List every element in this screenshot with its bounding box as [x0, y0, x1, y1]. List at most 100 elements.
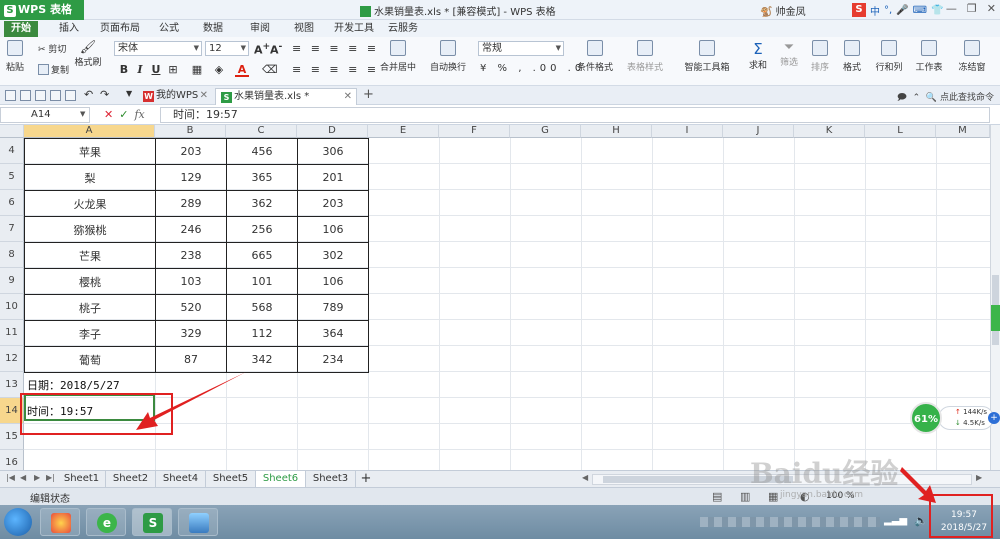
cell-value[interactable]: 520	[155, 294, 227, 321]
taskbar-app-wps[interactable]: S	[132, 508, 172, 536]
new-tab-icon[interactable]: +	[363, 87, 374, 102]
sogou-ime-icon[interactable]: S	[852, 3, 866, 17]
save-icon[interactable]	[20, 90, 31, 101]
fill-color-icon[interactable]: ◈	[212, 63, 226, 77]
tab-page-layout[interactable]: 页面布局	[98, 21, 142, 37]
cell-value[interactable]: 306	[297, 138, 369, 165]
cell-value[interactable]: 246	[155, 216, 227, 243]
number-format-icons[interactable]: ¥ % ‚ .00 .0	[480, 63, 585, 74]
cell-fruit-name[interactable]: 樱桃	[24, 268, 156, 295]
format-button[interactable]: 格式	[838, 40, 866, 73]
column-header-k[interactable]: K	[794, 125, 865, 138]
microphone-icon[interactable]: 🎤	[896, 5, 908, 16]
border-icon[interactable]: ⊞	[166, 63, 180, 77]
cell-a13-date[interactable]: 日期：2018/5/27	[27, 377, 120, 393]
cell-value[interactable]: 364	[297, 320, 369, 347]
cell-value[interactable]: 456	[226, 138, 298, 165]
column-header-g[interactable]: G	[510, 125, 581, 138]
filter-button[interactable]: ⏷ 筛选	[774, 40, 804, 68]
tab-cloud[interactable]: 云服务	[386, 21, 420, 37]
cell-value[interactable]: 302	[297, 242, 369, 269]
align-top-icons[interactable]: ≡ ≡ ≡ ≡ ≡	[292, 42, 379, 55]
sheet-tab-sheet6[interactable]: Sheet6	[256, 471, 306, 487]
wrap-text-button[interactable]: 自动换行	[426, 40, 470, 73]
taskbar-app-photos[interactable]	[178, 508, 218, 536]
cell-fruit-name[interactable]: 李子	[24, 320, 156, 347]
sheet-tab-sheet2[interactable]: Sheet2	[106, 471, 156, 487]
tab-insert[interactable]: 插入	[52, 21, 86, 37]
cell-value[interactable]: 342	[226, 346, 298, 373]
column-header-l[interactable]: L	[865, 125, 936, 138]
chevron-up-icon[interactable]: ⌃	[913, 93, 921, 103]
network-speed-widget[interactable]: ↑ 144K/s ↓ 4.5K/s 61% +	[910, 402, 1000, 434]
cell-fruit-name[interactable]: 火龙果	[24, 190, 156, 217]
row-header-7[interactable]: 7	[0, 216, 24, 242]
row-header-5[interactable]: 5	[0, 164, 24, 190]
undo-icon[interactable]: ↶	[84, 88, 93, 101]
tab-developer[interactable]: 开发工具	[330, 21, 378, 37]
cell-value[interactable]: 329	[155, 320, 227, 347]
bold-icon[interactable]: B	[117, 63, 131, 77]
column-header-a[interactable]: A	[24, 125, 155, 138]
start-button[interactable]	[4, 508, 32, 536]
column-header-i[interactable]: I	[652, 125, 723, 138]
column-header-c[interactable]: C	[226, 125, 297, 138]
column-header-j[interactable]: J	[723, 125, 794, 138]
tab-view[interactable]: 视图	[288, 21, 320, 37]
underline-icon[interactable]: U	[149, 63, 163, 77]
minimize-icon[interactable]: —	[946, 2, 957, 15]
merge-center-button[interactable]: 合并居中	[376, 40, 420, 73]
rows-cols-button[interactable]: 行和列	[872, 40, 906, 73]
prev-sheet-icon[interactable]: ◀	[20, 473, 26, 482]
tab-review[interactable]: 审阅	[244, 21, 276, 37]
select-all-corner[interactable]	[0, 125, 24, 138]
cell-value[interactable]: 101	[226, 268, 298, 295]
print-icon[interactable]	[50, 90, 61, 101]
row-header-16[interactable]: 16	[0, 450, 24, 470]
cell-fruit-name[interactable]: 苹果	[24, 138, 156, 165]
plus-icon[interactable]: +	[988, 412, 1000, 424]
column-header-h[interactable]: H	[581, 125, 652, 138]
cell-value[interactable]: 789	[297, 294, 369, 321]
name-box[interactable]: A14	[0, 107, 90, 123]
cell-value[interactable]: 103	[155, 268, 227, 295]
cell-value[interactable]: 106	[297, 216, 369, 243]
page-break-view-icon[interactable]: ▥	[740, 490, 750, 503]
cancel-icon[interactable]: ✕	[104, 108, 113, 121]
cut-button[interactable]: ✂ 剪切	[38, 42, 66, 55]
worksheet-grid[interactable]: A B C D E F G H I J K L M 4 5 6 7 8 9 10…	[0, 125, 990, 470]
next-sheet-icon[interactable]: ▶	[34, 473, 40, 482]
cell-value[interactable]: 665	[226, 242, 298, 269]
first-sheet-icon[interactable]: |◀	[6, 473, 15, 482]
cell-value[interactable]: 289	[155, 190, 227, 217]
copy-button[interactable]: 复制	[38, 63, 69, 76]
freeze-panes-button[interactable]: 冻结窗	[952, 40, 992, 73]
wps-app-menu-button[interactable]: S WPS 表格	[0, 0, 84, 20]
sort-button[interactable]: 排序	[806, 40, 834, 73]
user-account[interactable]: 🐒 帅金凤	[760, 3, 806, 18]
tab-document[interactable]: S 水果销量表.xls * ✕	[215, 88, 357, 105]
decrease-font-icon[interactable]: A-	[270, 41, 282, 57]
tab-home[interactable]: 开始	[4, 21, 38, 37]
cell-value[interactable]: 362	[226, 190, 298, 217]
close-icon[interactable]: ✕	[200, 88, 208, 103]
conditional-format-button[interactable]: 条件格式	[574, 40, 616, 73]
font-name-select[interactable]: 宋体 ▼	[114, 41, 202, 56]
column-header-e[interactable]: E	[368, 125, 439, 138]
cell-fruit-name[interactable]: 梨	[24, 164, 156, 191]
smart-toolbox-button[interactable]: 智能工具箱	[682, 40, 732, 73]
row-header-6[interactable]: 6	[0, 190, 24, 216]
cell-value[interactable]: 112	[226, 320, 298, 347]
formula-input[interactable]: 时间：19:57	[160, 107, 990, 123]
row-header-12[interactable]: 12	[0, 346, 24, 372]
taskbar-app-360[interactable]: e	[86, 508, 126, 536]
chevron-down-icon[interactable]: ▼	[80, 110, 85, 118]
close-icon[interactable]: ✕	[987, 2, 996, 15]
comment-icon[interactable]: 🗩	[897, 93, 907, 103]
format-painter-button[interactable]: 🖌 格式刷	[70, 40, 106, 68]
row-header-8[interactable]: 8	[0, 242, 24, 268]
cell-value[interactable]: 106	[297, 268, 369, 295]
cell-fruit-name[interactable]: 芒果	[24, 242, 156, 269]
cell-value[interactable]: 129	[155, 164, 227, 191]
close-icon[interactable]: ✕	[344, 89, 352, 104]
